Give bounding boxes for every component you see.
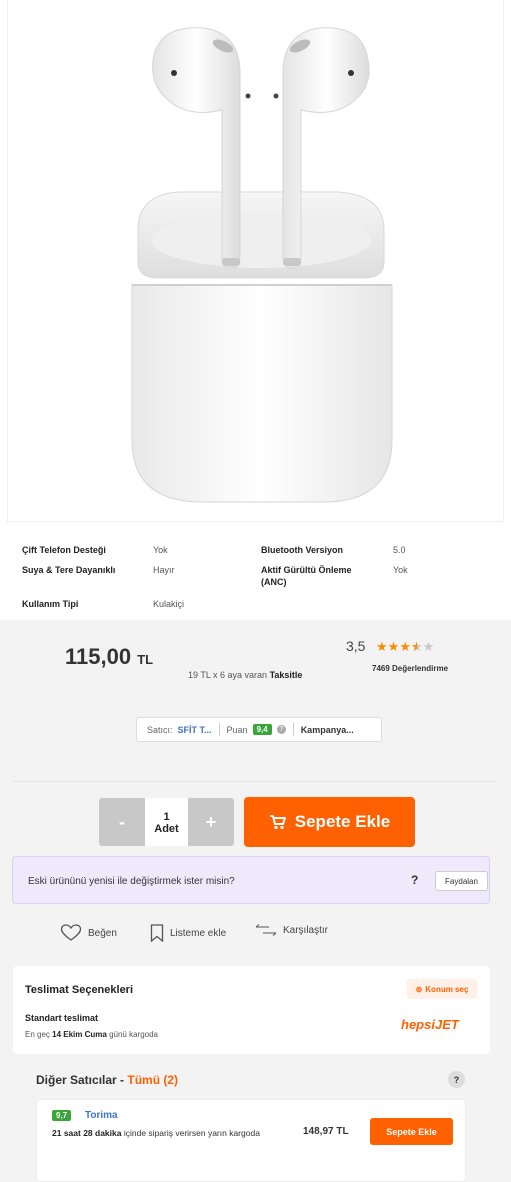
seller-name[interactable]: SFİT T...	[178, 725, 212, 735]
add-to-cart-label: Sepete Ekle	[294, 812, 391, 831]
hepsijet-logo: hepsiJET	[401, 1017, 459, 1032]
review-count[interactable]: 7469 Değerlendirme	[372, 664, 448, 673]
delivery-options: Teslimat Seçenekleri ⊚ Konum seç Standar…	[13, 966, 490, 1054]
spec-value: 5.0	[393, 545, 406, 555]
campaign-link[interactable]: Kampanya...	[301, 725, 354, 735]
cart-icon	[269, 815, 286, 830]
bookmark-icon	[150, 924, 164, 942]
divider	[218, 723, 220, 736]
rating-value: 3,5	[346, 638, 366, 654]
spec-value: Yok	[393, 565, 408, 575]
location-pin-icon: ⊚	[415, 984, 423, 994]
heart-icon	[60, 924, 82, 941]
increase-button[interactable]: +	[188, 798, 234, 846]
rating-stars[interactable]: ★★★★ ★ ★	[376, 639, 434, 655]
seller-label: Satıcı:	[147, 724, 173, 735]
add-to-list-label: Listeme ekle	[170, 927, 227, 939]
select-location-button[interactable]: ⊚ Konum seç	[407, 979, 477, 999]
quantity-value: 1 Adet	[145, 798, 188, 846]
all-sellers-link[interactable]: Tümü (2)	[127, 1073, 178, 1087]
section-divider	[13, 781, 497, 782]
delivery-title: Teslimat Seçenekleri	[25, 984, 134, 996]
spec-value: Yok	[153, 545, 168, 555]
star-icon: ★	[376, 639, 388, 654]
delivery-eta: En geç 14 Ekim Cuma günü kargoda	[25, 1030, 159, 1039]
spec-value: Hayır	[153, 565, 175, 575]
trade-in-banner: Eski ürününü yenisi ile değiştirmek iste…	[12, 856, 490, 904]
seller-score-badge: 9,7	[52, 1110, 72, 1121]
seller-name[interactable]: Torima	[85, 1110, 118, 1121]
star-icon: ★	[387, 639, 400, 654]
divider	[292, 723, 294, 736]
spec-key: Bluetooth Versiyon	[261, 545, 344, 555]
decrease-button[interactable]: -	[99, 798, 145, 846]
seller-info[interactable]: Satıcı: SFİT T... Puan 9,4 ? Kampanya...	[136, 717, 382, 742]
trade-in-text: Eski ürününü yenisi ile değiştirmek iste…	[28, 876, 235, 887]
add-to-cart-button[interactable]: Sepete Ekle	[244, 797, 415, 847]
product-actions: Beğen Listeme ekle Karşılaştır	[0, 920, 511, 944]
offer-add-to-cart-button[interactable]: Sepete Ekle	[370, 1118, 453, 1145]
spec-key: Aktif Gürültü Önleme	[261, 565, 352, 575]
spec-key: Suya & Tere Dayanıklı	[22, 565, 116, 575]
star-half-icon: ★ ★	[410, 639, 423, 654]
other-sellers-title: Diğer Satıcılar - Tümü (2)	[36, 1073, 179, 1087]
like-label: Beğen	[88, 927, 117, 939]
spec-key-cont: (ANC)	[261, 577, 287, 587]
seller-score-badge: 9,4	[252, 724, 272, 735]
star-icon: ★	[422, 639, 435, 654]
compare-arrows-icon	[255, 924, 277, 936]
compare-label: Karşılaştır	[283, 924, 329, 936]
product-price: 115,00 TL	[65, 644, 154, 669]
spec-value: Kulakiçi	[153, 599, 185, 609]
spec-key: Kullanım Tipi	[22, 599, 79, 609]
spec-key: Çift Telefon Desteği	[22, 545, 106, 555]
product-image[interactable]	[7, 0, 504, 522]
help-icon[interactable]: ?	[411, 873, 418, 887]
standard-delivery-label: Standart teslimat	[25, 1013, 99, 1023]
help-icon[interactable]: ?	[276, 725, 286, 734]
quantity-stepper: - 1 Adet +	[99, 798, 234, 846]
compare-button[interactable]: Karşılaştır	[255, 924, 328, 936]
help-icon[interactable]: ?	[448, 1071, 465, 1088]
offer-price: 148,97 TL	[303, 1126, 349, 1137]
add-to-list-button[interactable]: Listeme ekle	[150, 924, 226, 942]
airpods-illustration	[131, 27, 393, 503]
star-icon: ★	[399, 639, 411, 654]
offer-shipping-text: 21 saat 28 dakika içinde sipariş verirse…	[52, 1128, 260, 1138]
like-button[interactable]: Beğen	[60, 924, 117, 942]
trade-in-button[interactable]: Faydalan	[435, 871, 488, 891]
spec-table: Çift Telefon Desteği Yok Bluetooth Versi…	[0, 522, 511, 622]
installment-info[interactable]: 19 TL x 6 aya varan Taksitle	[188, 670, 302, 680]
score-label: Puan	[226, 724, 248, 735]
seller-offer-card: 9,7 Torima 21 saat 28 dakika içinde sipa…	[36, 1099, 466, 1182]
